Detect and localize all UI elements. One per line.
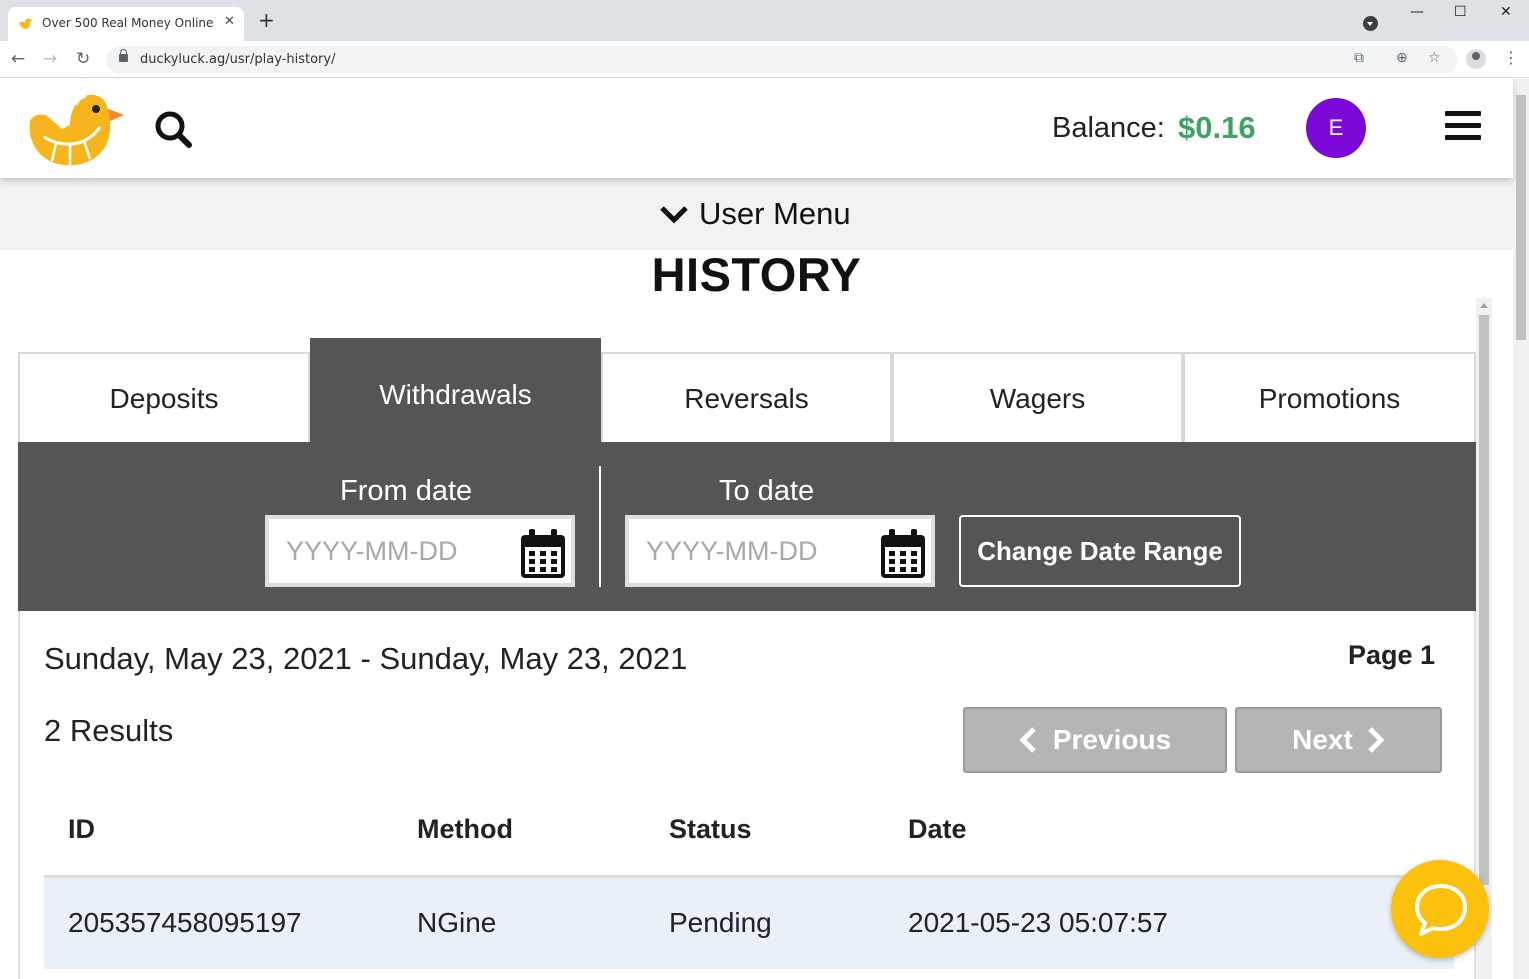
previous-button[interactable]: Previous [963, 707, 1227, 773]
previous-label: Previous [1052, 724, 1172, 755]
user-menu-bar[interactable]: User Menu [0, 178, 1513, 250]
date-filter-panel: From date YYYY-MM-DD To date YYYY-MM-DD [18, 442, 1476, 611]
date-divider [599, 466, 601, 587]
tab-close-icon[interactable]: ✕ [224, 14, 235, 29]
zoom-icon[interactable]: ⊕ [1396, 50, 1408, 66]
minimize-button[interactable]: — [1410, 4, 1424, 20]
column-header-method: Method [417, 814, 513, 844]
browser-toolbar: ← → ↻ duckyluck.ag/usr/play-history/ ⧉ ⊕… [0, 41, 1529, 78]
address-bar[interactable]: duckyluck.ag/usr/play-history/ ⧉ ⊕ ☆ [106, 46, 1458, 74]
result-count: 2 Results [44, 713, 174, 748]
next-button[interactable]: Next [1235, 707, 1442, 773]
tab-withdrawals[interactable]: Withdrawals [310, 338, 601, 442]
calendar-icon[interactable] [879, 528, 927, 580]
tab-promotions[interactable]: Promotions [1183, 352, 1476, 442]
browser-tab[interactable]: Over 500 Real Money Online Casi ✕ [8, 7, 244, 41]
cell-id: 205357458095197 [68, 907, 302, 938]
hamburger-menu-icon[interactable] [1445, 111, 1481, 143]
maximize-button[interactable]: ☐ [1454, 4, 1467, 20]
search-icon[interactable] [153, 109, 193, 149]
from-date-placeholder: YYYY-MM-DD [286, 536, 458, 566]
profile-icon[interactable] [1466, 49, 1486, 69]
column-header-status: Status [669, 814, 752, 844]
tab-title: Over 500 Real Money Online Casi [42, 16, 218, 30]
duck-favicon-icon [19, 18, 33, 29]
page-number: Page 1 [1348, 640, 1436, 670]
chevron-right-icon [1368, 727, 1385, 753]
balance-value: $0.16 [1178, 110, 1256, 145]
balance-label: Balance: [1052, 112, 1165, 144]
date-range-text: Sunday, May 23, 2021 - Sunday, May 23, 2… [44, 641, 688, 676]
url-text: duckyluck.ag/usr/play-history/ [140, 52, 336, 67]
history-tabs: Deposits Withdrawals Reversals Wagers Pr… [18, 338, 1476, 442]
to-date-placeholder: YYYY-MM-DD [646, 536, 818, 566]
chat-bubble-icon [1415, 884, 1467, 936]
from-date-label: From date [340, 475, 473, 507]
tab-wagers[interactable]: Wagers [892, 352, 1183, 442]
bookmark-star-icon[interactable]: ☆ [1428, 50, 1441, 66]
calendar-icon[interactable] [519, 528, 567, 580]
to-date-field[interactable]: YYYY-MM-DD [625, 515, 935, 587]
page-title: HISTORY [651, 248, 862, 301]
browser-tabbar: Over 500 Real Money Online Casi ✕ + — ☐ … [0, 0, 1529, 41]
site-header: Balance: $0.16 E [0, 79, 1513, 178]
chat-button[interactable] [1391, 860, 1489, 958]
close-window-button[interactable]: ✕ [1500, 4, 1512, 20]
chevron-down-icon [660, 206, 688, 224]
back-icon[interactable]: ← [11, 49, 25, 69]
user-menu-label: User Menu [699, 196, 851, 231]
reload-icon[interactable]: ↻ [76, 49, 90, 69]
cell-method: NGine [417, 907, 497, 938]
column-header-id: ID [68, 814, 95, 844]
to-date-label: To date [719, 475, 815, 507]
change-date-range-button[interactable]: Change Date Range [959, 515, 1241, 587]
tab-deposits[interactable]: Deposits [18, 352, 310, 442]
lock-icon [119, 49, 128, 62]
duckyluck-logo-icon[interactable] [26, 91, 128, 167]
chevron-left-icon [1019, 727, 1036, 753]
next-label: Next [1292, 724, 1353, 755]
cell-date: 2021-05-23 05:07:57 [908, 907, 1168, 938]
cell-status: Pending [669, 907, 772, 938]
new-tab-button[interactable]: + [258, 10, 275, 30]
translate-icon[interactable]: ⧉ [1354, 50, 1364, 66]
page-scrollbar[interactable] [1513, 79, 1529, 979]
forward-icon[interactable]: → [43, 49, 57, 69]
column-header-date: Date [908, 814, 967, 844]
avatar[interactable]: E [1306, 98, 1366, 158]
browser-menu-icon[interactable]: ⋮ [1503, 48, 1519, 67]
tab-search-icon[interactable] [1363, 16, 1378, 31]
tab-reversals[interactable]: Reversals [601, 352, 892, 442]
content-scrollbar[interactable] [1476, 298, 1492, 979]
from-date-field[interactable]: YYYY-MM-DD [265, 515, 575, 587]
